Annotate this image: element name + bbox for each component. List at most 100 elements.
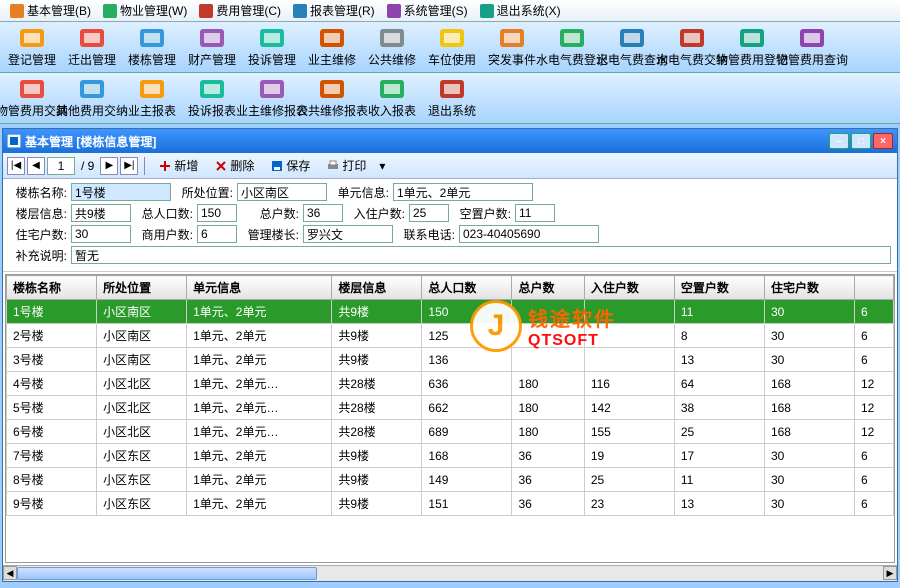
tool-icon [438, 27, 466, 49]
table-cell: 151 [422, 492, 512, 516]
save-button[interactable]: 保存 [263, 154, 317, 177]
occupied-input[interactable] [409, 204, 449, 222]
table-row[interactable]: 1号楼小区南区1单元、2单元共9楼15011306 [7, 300, 894, 324]
table-cell: 6 [855, 348, 894, 372]
notes-input[interactable] [71, 246, 891, 264]
toolbar-button[interactable]: 收入报表 [362, 75, 422, 121]
menu-item[interactable]: 系统管理(S) [381, 0, 474, 21]
table-cell: 30 [764, 324, 854, 348]
minimize-button[interactable]: – [829, 133, 849, 149]
nav-next-button[interactable]: ▶ [100, 157, 118, 175]
menu-item[interactable]: 费用管理(C) [193, 0, 287, 21]
column-header[interactable]: 总户数 [512, 276, 584, 300]
data-grid[interactable]: 楼栋名称所处位置单元信息楼层信息总人口数总户数入住户数空置户数住宅户数1号楼小区… [5, 274, 895, 563]
total-households-input[interactable] [303, 204, 343, 222]
scroll-thumb[interactable] [17, 567, 317, 580]
vacant-input[interactable] [515, 204, 555, 222]
table-cell: 30 [764, 468, 854, 492]
nav-first-button[interactable]: |◀ [7, 157, 25, 175]
scroll-right-arrow[interactable]: ▶ [883, 566, 897, 580]
menu-item[interactable]: 物业管理(W) [97, 0, 193, 21]
horizontal-scrollbar[interactable]: ◀ ▶ [3, 565, 897, 581]
nav-last-button[interactable]: ▶| [120, 157, 138, 175]
maximize-button[interactable]: □ [851, 133, 871, 149]
residential-input[interactable] [71, 225, 131, 243]
column-header[interactable]: 空置户数 [674, 276, 764, 300]
table-cell: 共9楼 [332, 492, 422, 516]
toolbar-button[interactable]: 登记管理 [2, 24, 62, 70]
toolbar-button[interactable]: 公共维修报表 [302, 75, 362, 121]
table-cell: 30 [764, 348, 854, 372]
toolbar-button[interactable]: 突发事件 [482, 24, 542, 70]
floor-info-input[interactable] [71, 204, 131, 222]
delete-button[interactable]: 删除 [207, 154, 261, 177]
x-icon [214, 159, 228, 173]
table-row[interactable]: 7号楼小区东区1单元、2单元共9楼168361917306 [7, 444, 894, 468]
table-cell: 小区南区 [97, 300, 187, 324]
table-cell [584, 300, 674, 324]
nav-position-input[interactable] [47, 157, 75, 175]
close-button[interactable]: × [873, 133, 893, 149]
toolbar-button[interactable]: 其他费用交纳 [62, 75, 122, 121]
column-header[interactable] [855, 276, 894, 300]
table-row[interactable]: 3号楼小区南区1单元、2单元共9楼13613306 [7, 348, 894, 372]
toolbar-button[interactable]: 楼栋管理 [122, 24, 182, 70]
menu-item[interactable]: 报表管理(R) [287, 0, 381, 21]
column-header[interactable]: 楼栋名称 [7, 276, 97, 300]
location-input[interactable] [237, 183, 327, 201]
column-header[interactable]: 总人口数 [422, 276, 512, 300]
menu-icon [480, 4, 494, 18]
column-header[interactable]: 楼层信息 [332, 276, 422, 300]
building-name-input[interactable] [71, 183, 171, 201]
unit-info-input[interactable] [393, 183, 533, 201]
add-button[interactable]: 新增 [151, 154, 205, 177]
menu-icon [387, 4, 401, 18]
table-cell: 125 [422, 324, 512, 348]
toolbar-button[interactable]: 业主维修 [302, 24, 362, 70]
table-row[interactable]: 4号楼小区北区1单元、2单元…共28楼6361801166416812 [7, 372, 894, 396]
toolbar-label: 业主维修 [308, 51, 356, 68]
manager-input[interactable] [303, 225, 393, 243]
print-button[interactable]: 打印 [319, 154, 373, 177]
column-header[interactable]: 入住户数 [584, 276, 674, 300]
column-header[interactable]: 所处位置 [97, 276, 187, 300]
table-cell [584, 348, 674, 372]
menu-item[interactable]: 退出系统(X) [474, 0, 567, 21]
toolbar-button[interactable]: 投诉管理 [242, 24, 302, 70]
toolbar-button[interactable]: 投诉报表 [182, 75, 242, 121]
commercial-input[interactable] [197, 225, 237, 243]
toolbar-button[interactable]: 水电气费查询 [602, 24, 662, 70]
toolbar-label: 退出系统 [428, 102, 476, 119]
phone-input[interactable] [459, 225, 599, 243]
toolbar-button[interactable]: 水电气费登记 [542, 24, 602, 70]
toolbar-button[interactable]: 车位使用 [422, 24, 482, 70]
menu-label: 退出系统(X) [497, 2, 561, 19]
toolbar-button[interactable]: 退出系统 [422, 75, 482, 121]
dropdown-arrow-icon[interactable]: ▾ [375, 159, 389, 173]
toolbar-button[interactable]: 财产管理 [182, 24, 242, 70]
building-name-label: 楼栋名称: [9, 184, 67, 201]
total-households-label: 总户数: [241, 205, 299, 222]
nav-prev-button[interactable]: ◀ [27, 157, 45, 175]
toolbar-button[interactable]: 业主维修报表 [242, 75, 302, 121]
column-header[interactable]: 住宅户数 [764, 276, 854, 300]
menu-label: 物业管理(W) [120, 2, 187, 19]
toolbar-button[interactable]: 公共维修 [362, 24, 422, 70]
table-row[interactable]: 5号楼小区北区1单元、2单元…共28楼6621801423816812 [7, 396, 894, 420]
table-cell: 1单元、2单元 [187, 300, 332, 324]
column-header[interactable]: 单元信息 [187, 276, 332, 300]
population-input[interactable] [197, 204, 237, 222]
toolbar-button[interactable]: 物管费用登记 [722, 24, 782, 70]
menu-item[interactable]: 基本管理(B) [4, 0, 97, 21]
toolbar-button[interactable]: 物管费用查询 [782, 24, 842, 70]
toolbar-button[interactable]: 物管费用交纳 [2, 75, 62, 121]
toolbar-button[interactable]: 迁出管理 [62, 24, 122, 70]
table-row[interactable]: 6号楼小区北区1单元、2单元…共28楼6891801552516812 [7, 420, 894, 444]
table-row[interactable]: 8号楼小区东区1单元、2单元共9楼149362511306 [7, 468, 894, 492]
table-row[interactable]: 9号楼小区东区1单元、2单元共9楼151362313306 [7, 492, 894, 516]
tool-icon [318, 27, 346, 49]
toolbar-button[interactable]: 水电气费交纳 [662, 24, 722, 70]
table-row[interactable]: 2号楼小区南区1单元、2单元共9楼1258306 [7, 324, 894, 348]
scroll-left-arrow[interactable]: ◀ [3, 566, 17, 580]
toolbar-button[interactable]: 业主报表 [122, 75, 182, 121]
